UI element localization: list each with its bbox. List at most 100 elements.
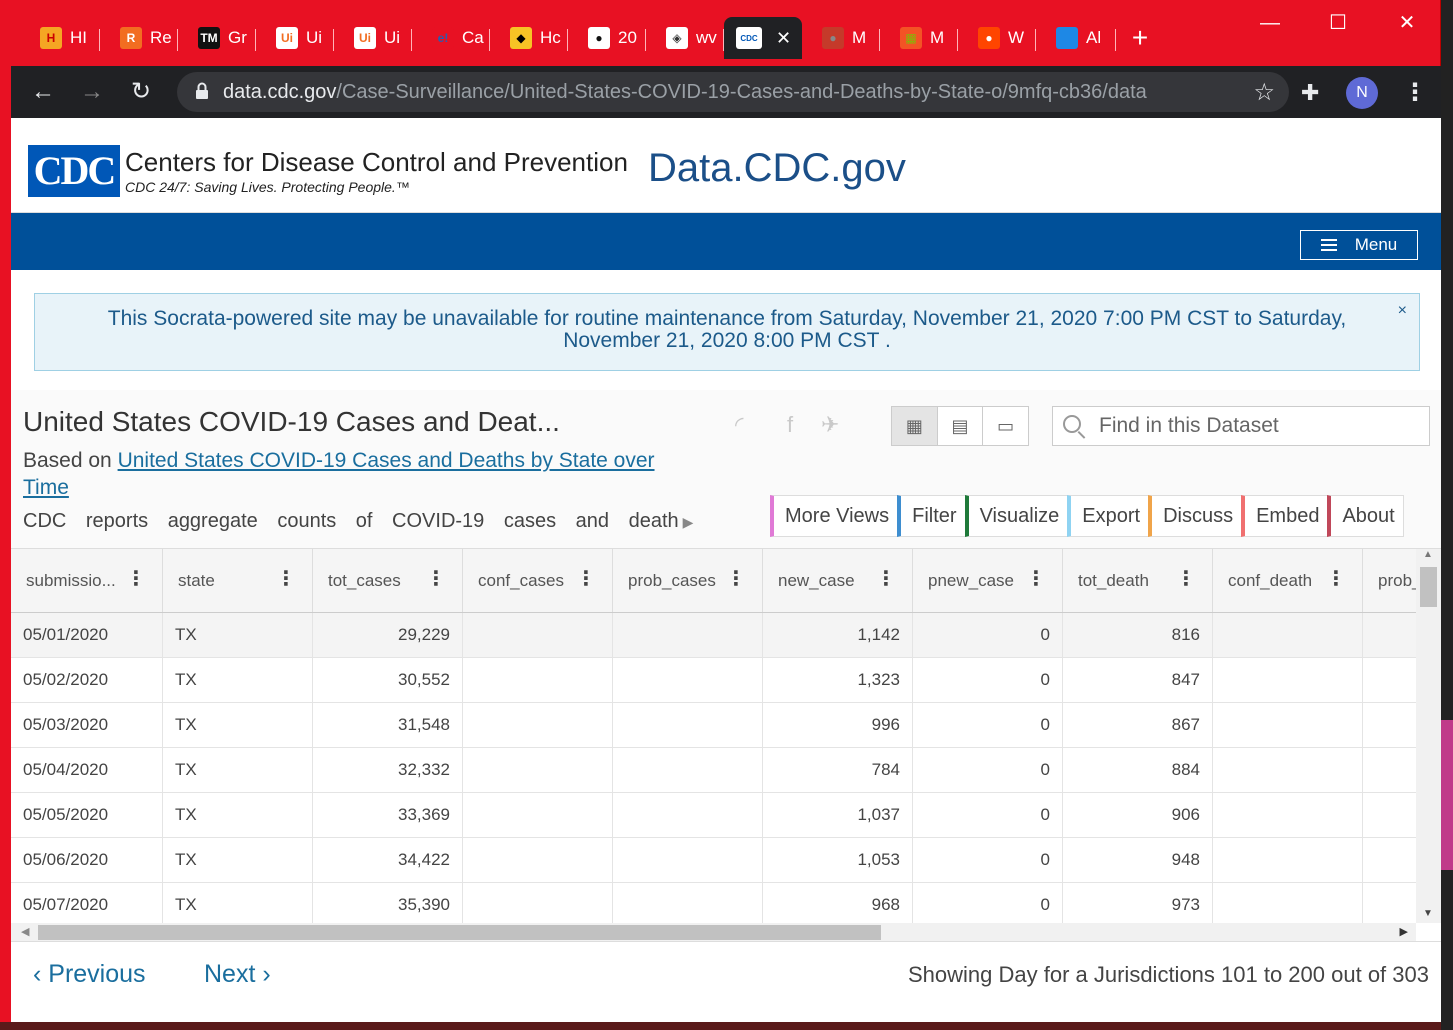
column-header[interactable]: conf_death ⋮ bbox=[1213, 549, 1363, 612]
table-cell bbox=[1213, 658, 1363, 703]
column-menu-icon[interactable]: ⋮ bbox=[426, 569, 446, 589]
card-view-icon[interactable]: ▤ bbox=[938, 407, 984, 445]
table-cell: 05/01/2020 bbox=[11, 613, 163, 658]
column-header[interactable]: prob_cases ⋮ bbox=[613, 549, 763, 612]
scroll-up-icon[interactable]: ▲ bbox=[1423, 549, 1433, 560]
table-row[interactable]: 05/03/2020 TX 31,548 996 0 867 bbox=[11, 703, 1416, 748]
facebook-icon[interactable]: f bbox=[787, 412, 793, 438]
action-filter-button[interactable]: Filter bbox=[897, 495, 965, 537]
find-input[interactable] bbox=[1099, 413, 1419, 439]
column-header[interactable]: new_case ⋮ bbox=[763, 549, 913, 612]
table-cell: 32,332 bbox=[313, 748, 463, 793]
maximize-button[interactable]: ☐ bbox=[1323, 8, 1353, 38]
expand-description-icon[interactable]: ▶ bbox=[683, 514, 694, 530]
close-window-button[interactable]: ✕ bbox=[1392, 8, 1422, 38]
action-about-button[interactable]: About bbox=[1327, 495, 1404, 537]
tab-favicon-icon: ◈ bbox=[666, 27, 688, 49]
extensions-puzzle-icon[interactable]: ✚ bbox=[1301, 80, 1319, 106]
column-menu-icon[interactable]: ⋮ bbox=[1326, 569, 1346, 589]
rss-icon[interactable]: ◜ bbox=[735, 412, 744, 438]
action-visualize-button[interactable]: Visualize bbox=[964, 495, 1068, 537]
column-menu-icon[interactable]: ⋮ bbox=[276, 569, 296, 589]
table-row[interactable]: 05/02/2020 TX 30,552 1,323 0 847 bbox=[11, 658, 1416, 703]
lock-icon bbox=[196, 82, 208, 99]
table-cell: 1,053 bbox=[763, 838, 913, 883]
browser-tab[interactable]: Ui Ui bbox=[256, 17, 334, 59]
column-menu-icon[interactable]: ⋮ bbox=[726, 569, 746, 589]
browser-tab[interactable]: CDC ✕ bbox=[724, 17, 802, 59]
profile-avatar[interactable]: N bbox=[1346, 77, 1378, 109]
action-export-button[interactable]: Export bbox=[1067, 495, 1149, 537]
parent-dataset-link[interactable]: United States COVID-19 Cases and Deaths … bbox=[23, 449, 655, 499]
org-name[interactable]: Centers for Disease Control and Preventi… bbox=[125, 147, 628, 178]
close-tab-icon[interactable]: ✕ bbox=[776, 28, 791, 49]
action-discuss-button[interactable]: Discuss bbox=[1148, 495, 1242, 537]
browser-tab[interactable]: ◈ wv bbox=[646, 17, 724, 59]
column-header[interactable]: state ⋮ bbox=[163, 549, 313, 612]
scroll-right-icon[interactable]: ▶ bbox=[1400, 925, 1408, 938]
column-header[interactable]: tot_death ⋮ bbox=[1063, 549, 1213, 612]
table-cell bbox=[1213, 703, 1363, 748]
table-cell bbox=[1213, 793, 1363, 838]
browser-tab[interactable]: ● W bbox=[958, 17, 1036, 59]
column-menu-icon[interactable]: ⋮ bbox=[126, 569, 146, 589]
browser-tab[interactable]: ● M bbox=[802, 17, 880, 59]
new-tab-button[interactable]: + bbox=[1126, 24, 1154, 52]
tab-favicon-icon: ◆ bbox=[510, 27, 532, 49]
column-header[interactable]: submissio... ⋮ bbox=[11, 549, 163, 612]
scroll-down-icon[interactable]: ▼ bbox=[1423, 908, 1433, 919]
cdc-logo[interactable]: CDC bbox=[28, 145, 120, 197]
table-cell: 906 bbox=[1063, 793, 1213, 838]
row-view-icon[interactable]: ▭ bbox=[983, 407, 1028, 445]
column-menu-icon[interactable]: ⋮ bbox=[576, 569, 596, 589]
browser-tab[interactable]: H HI bbox=[20, 17, 100, 59]
horizontal-scrollbar[interactable]: ◀ ▶ bbox=[11, 923, 1416, 942]
table-cell bbox=[613, 658, 763, 703]
minimize-button[interactable]: — bbox=[1255, 8, 1285, 38]
action-embed-button[interactable]: Embed bbox=[1241, 495, 1328, 537]
back-button[interactable]: ← bbox=[29, 78, 57, 106]
table-row[interactable]: 05/06/2020 TX 34,422 1,053 0 948 bbox=[11, 838, 1416, 883]
browser-menu-icon[interactable]: ⋮ bbox=[1403, 78, 1427, 107]
browser-tab[interactable]: TM Gr bbox=[178, 17, 256, 59]
column-header[interactable]: conf_cases ⋮ bbox=[463, 549, 613, 612]
column-label: conf_cases bbox=[478, 571, 564, 590]
browser-tab[interactable]: ● 20 bbox=[568, 17, 646, 59]
pager: ‹ Previous Next › Showing Day for a Juri… bbox=[11, 941, 1441, 1022]
browser-tab[interactable]: ● Al bbox=[1036, 17, 1116, 59]
column-header[interactable]: tot_cases ⋮ bbox=[313, 549, 463, 612]
address-bar[interactable]: data.cdc.gov/Case-Surveillance/United-St… bbox=[177, 72, 1289, 112]
table-row[interactable]: 05/04/2020 TX 32,332 784 0 884 bbox=[11, 748, 1416, 793]
vertical-scroll-thumb[interactable] bbox=[1420, 567, 1437, 607]
column-header[interactable]: pnew_case ⋮ bbox=[913, 549, 1063, 612]
table-row[interactable]: 05/01/2020 TX 29,229 1,142 0 816 bbox=[11, 613, 1416, 658]
forward-button[interactable]: → bbox=[78, 78, 106, 106]
table-row[interactable]: 05/05/2020 TX 33,369 1,037 0 906 bbox=[11, 793, 1416, 838]
horizontal-scroll-thumb[interactable] bbox=[38, 925, 881, 940]
column-menu-icon[interactable]: ⋮ bbox=[876, 569, 896, 589]
column-menu-icon[interactable]: ⋮ bbox=[1176, 569, 1196, 589]
browser-tab[interactable]: Ui Ui bbox=[334, 17, 412, 59]
browser-tab[interactable]: e! Ca bbox=[412, 17, 490, 59]
action-more-views-button[interactable]: More Views bbox=[770, 495, 898, 537]
twitter-icon[interactable]: ✈ bbox=[821, 412, 839, 438]
bookmark-star-icon[interactable]: ☆ bbox=[1253, 78, 1275, 107]
next-page-link[interactable]: Next › bbox=[204, 960, 271, 989]
browser-tab[interactable]: ▦ M bbox=[880, 17, 958, 59]
scroll-left-icon[interactable]: ◀ bbox=[21, 925, 29, 938]
browser-tab[interactable]: R Re bbox=[100, 17, 178, 59]
site-title[interactable]: Data.CDC.gov bbox=[648, 146, 906, 191]
column-header[interactable]: prob_⋮ bbox=[1363, 549, 1416, 612]
notice-close-icon[interactable]: × bbox=[1398, 300, 1407, 322]
table-cell: 0 bbox=[913, 748, 1063, 793]
previous-page-link[interactable]: ‹ Previous bbox=[33, 960, 146, 989]
table-row[interactable]: 05/07/2020 TX 35,390 968 0 973 bbox=[11, 883, 1416, 923]
column-menu-icon[interactable]: ⋮ bbox=[1026, 569, 1046, 589]
reload-button[interactable]: ↻ bbox=[127, 78, 155, 106]
menu-button[interactable]: Menu bbox=[1300, 230, 1418, 260]
tab-favicon-icon: ● bbox=[822, 27, 844, 49]
tab-title: HI bbox=[70, 28, 87, 47]
vertical-scrollbar[interactable]: ▲ ▼ bbox=[1416, 549, 1441, 923]
grid-view-icon[interactable]: ▦ bbox=[892, 407, 938, 445]
browser-tab[interactable]: ◆ Hc bbox=[490, 17, 568, 59]
